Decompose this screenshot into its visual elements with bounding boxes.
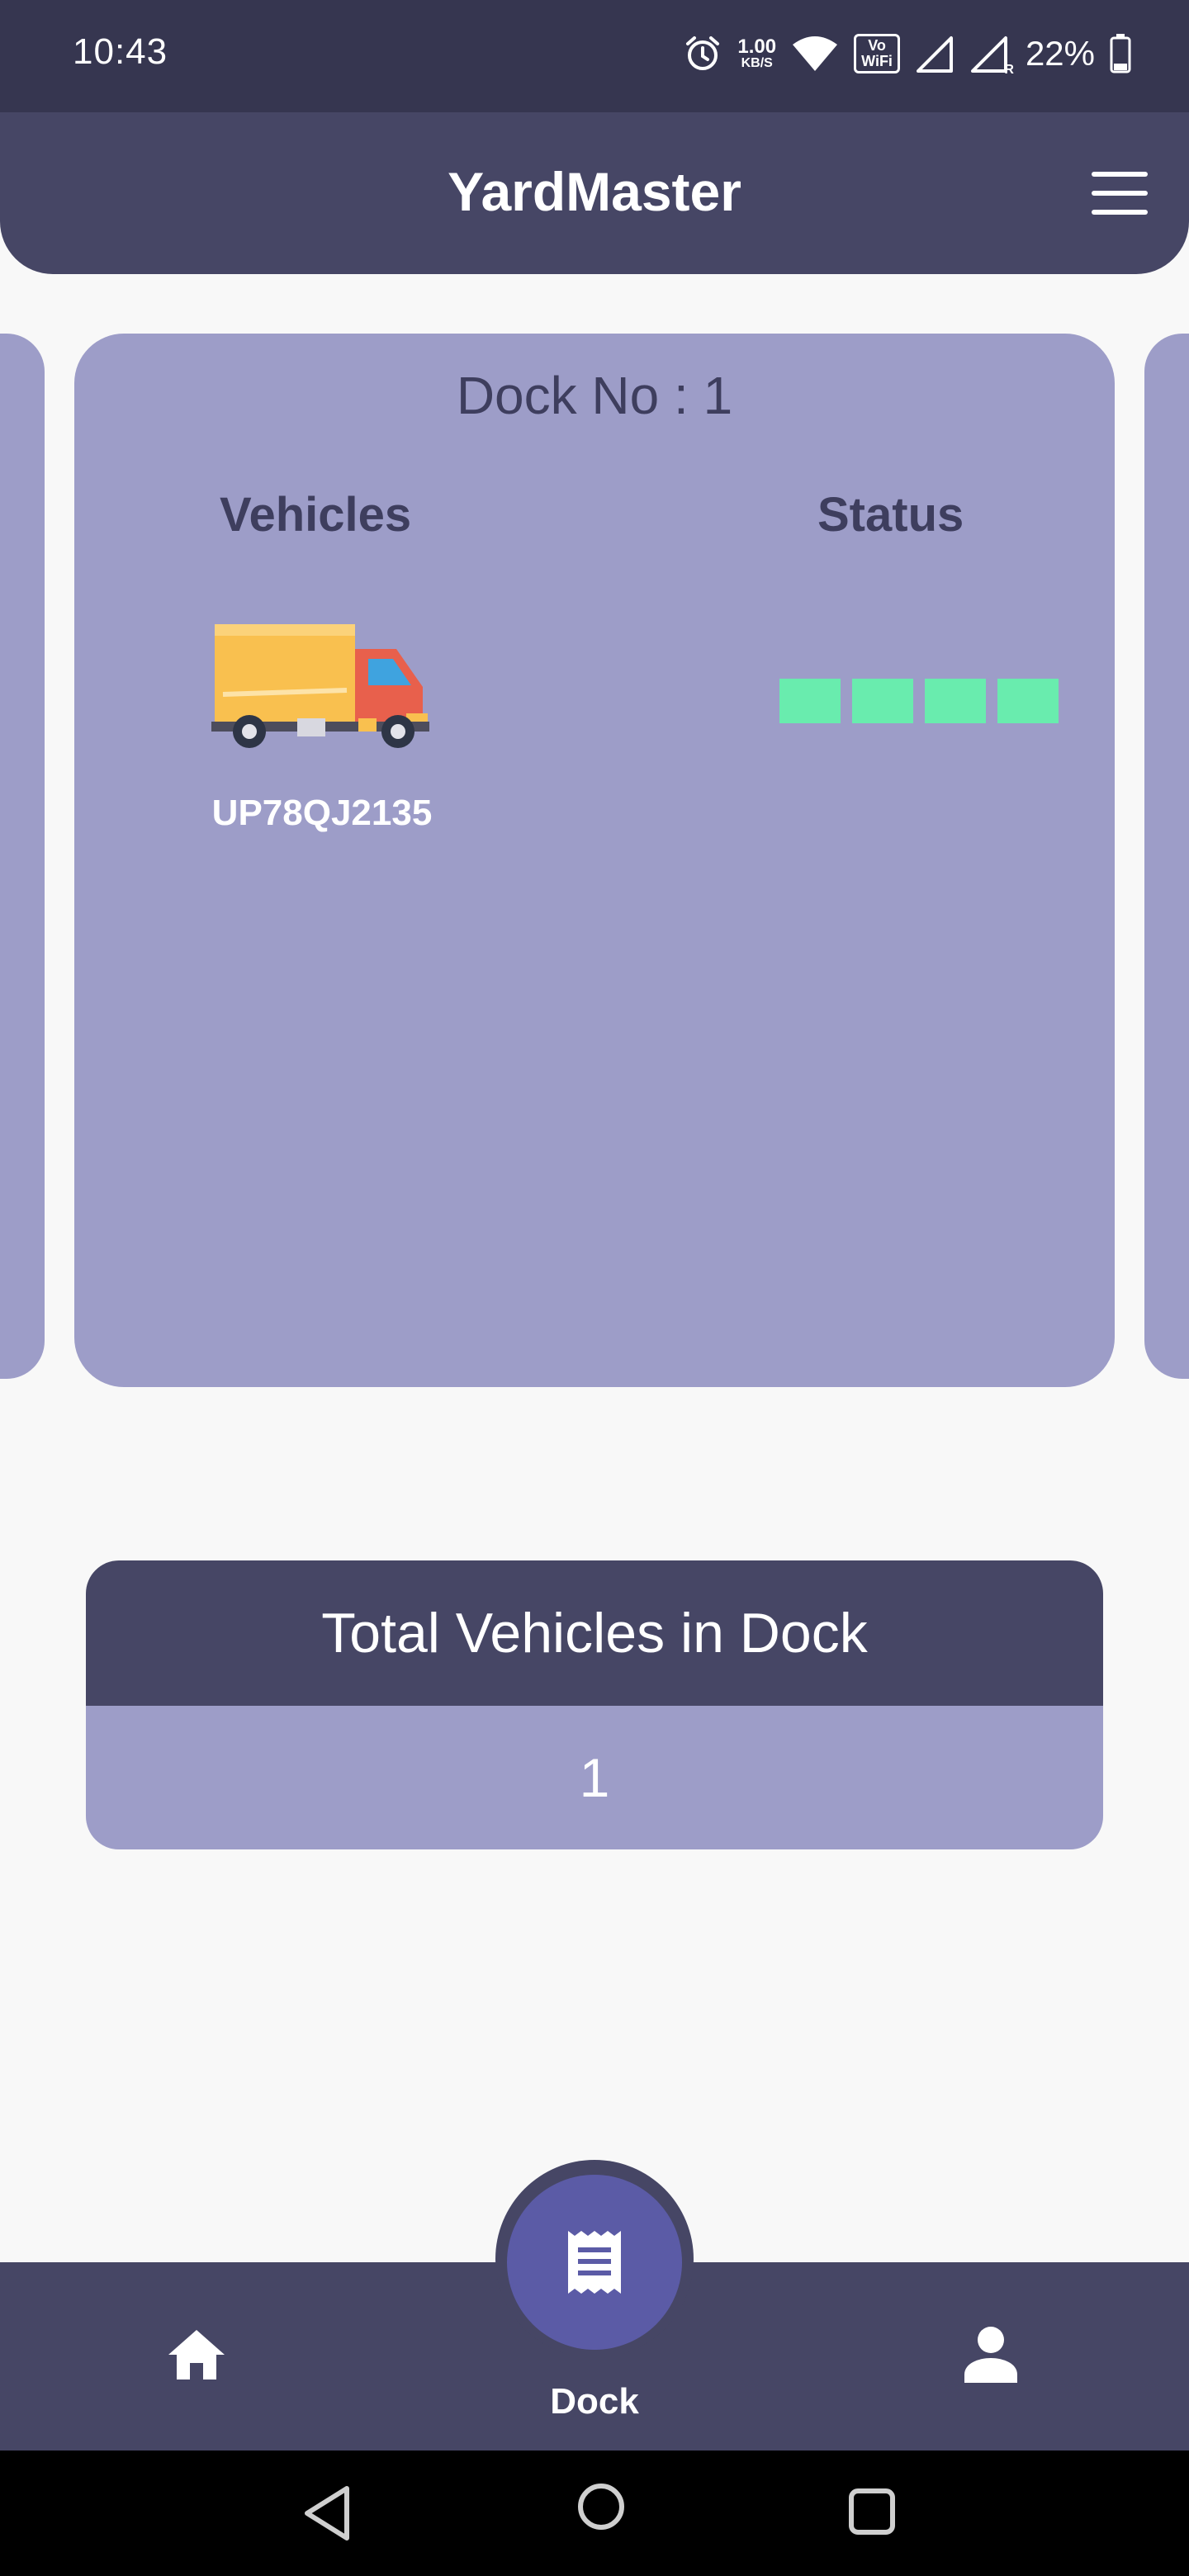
menu-line xyxy=(1092,172,1148,177)
total-vehicles-card: Total Vehicles in Dock 1 xyxy=(86,1560,1103,1849)
alarm-icon xyxy=(686,36,720,70)
menu-line xyxy=(1092,191,1148,196)
total-vehicles-value: 1 xyxy=(86,1706,1103,1849)
dock-title: Dock No : 1 xyxy=(456,366,733,425)
system-navigation-bar xyxy=(0,2451,1189,2576)
truck-icon[interactable] xyxy=(206,616,438,748)
dock-nav-label[interactable]: Dock xyxy=(0,2381,1189,2422)
status-segment xyxy=(925,679,986,723)
hamburger-menu-icon[interactable] xyxy=(1092,172,1148,215)
dock-fab-button[interactable] xyxy=(507,2175,682,2350)
volte-line2: WiFi xyxy=(861,53,893,69)
battery-percent: 22% xyxy=(1025,34,1095,73)
wifi-icon xyxy=(793,36,838,71)
status-indicator xyxy=(779,679,1059,723)
menu-line xyxy=(1092,210,1148,215)
next-dock-card[interactable] xyxy=(1144,334,1189,1379)
battery-icon xyxy=(1110,34,1131,73)
app-title: YardMaster xyxy=(448,161,741,222)
signal-roaming-icon: R xyxy=(969,35,1014,77)
status-bar: 10:43 1.00 KB/S Vo WiFi R 22% xyxy=(0,0,1189,112)
signal-icon xyxy=(916,36,953,73)
net-speed-value: 1.00 xyxy=(737,36,777,58)
receipt-icon xyxy=(568,2231,621,2294)
person-icon[interactable] xyxy=(963,2325,1019,2384)
net-speed: 1.00 KB/S xyxy=(737,37,776,70)
vehicle-plate[interactable]: UP78QJ2135 xyxy=(149,793,495,834)
dock-card[interactable]: Dock No : 1 Vehicles Status UP78QJ2135 xyxy=(74,334,1115,1387)
recents-icon[interactable] xyxy=(847,2487,897,2536)
status-segment xyxy=(852,679,913,723)
roaming-label: R xyxy=(1004,63,1014,77)
status-time: 10:43 xyxy=(73,31,168,72)
status-segment xyxy=(997,679,1059,723)
status-segment xyxy=(779,679,841,723)
home-circle-icon[interactable] xyxy=(576,2482,626,2531)
total-vehicles-label: Total Vehicles in Dock xyxy=(86,1560,1103,1706)
vehicles-header: Vehicles xyxy=(220,488,412,542)
previous-dock-card[interactable] xyxy=(0,334,45,1379)
home-icon[interactable] xyxy=(167,2328,226,2381)
net-speed-unit: KB/S xyxy=(741,56,773,70)
app-bar: YardMaster xyxy=(0,112,1189,274)
back-icon[interactable] xyxy=(301,2484,353,2543)
volte-wifi-icon: Vo WiFi xyxy=(854,34,900,73)
signal-roaming-shape xyxy=(970,36,1007,73)
volte-line1: Vo xyxy=(868,37,886,54)
status-icons: 1.00 KB/S Vo WiFi R 22% xyxy=(683,26,1131,81)
status-header: Status xyxy=(817,488,964,542)
